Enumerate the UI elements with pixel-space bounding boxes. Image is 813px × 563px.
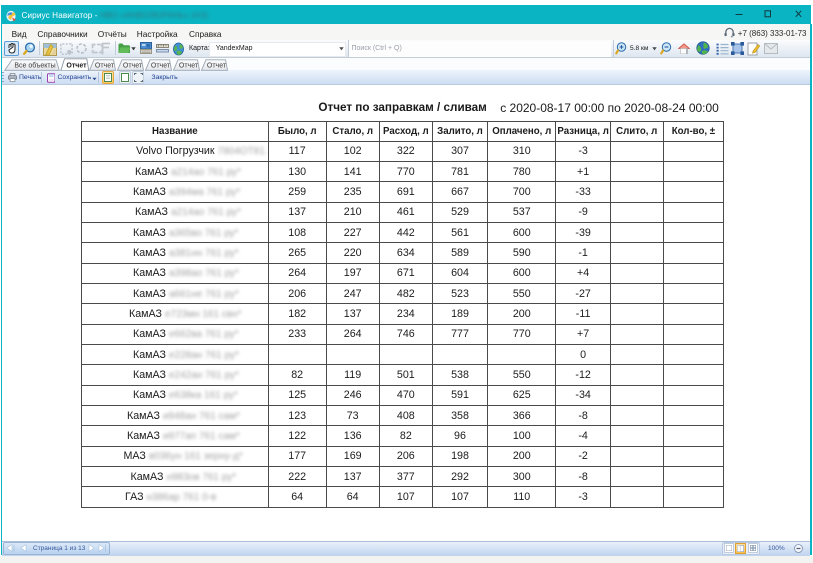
svg-text:Отчет: Отчет bbox=[95, 62, 115, 69]
svg-text:Отчет: Отчет bbox=[123, 62, 143, 69]
svg-text:Отчет: Отчет bbox=[207, 62, 227, 69]
svg-text:Все объекты: Все объекты bbox=[14, 61, 55, 69]
svg-text:Отчет: Отчет bbox=[179, 62, 199, 69]
svg-text:Отчет: Отчет bbox=[66, 62, 87, 69]
svg-text:Отчет: Отчет bbox=[151, 62, 171, 69]
